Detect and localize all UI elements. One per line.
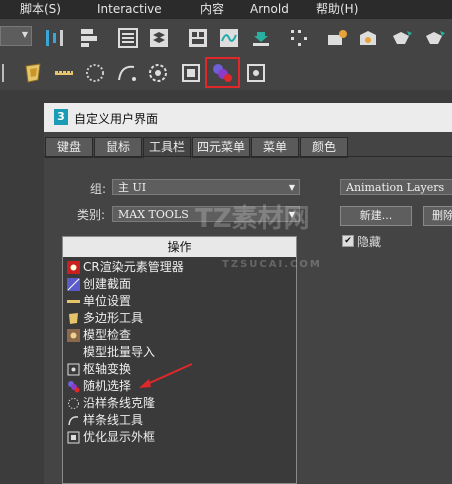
cr-render-icon bbox=[67, 261, 80, 274]
display-bbox-icon[interactable] bbox=[180, 62, 202, 84]
selection-set-dropdown[interactable]: ▼ bbox=[0, 26, 32, 46]
list-item[interactable]: 模型批量导入 bbox=[67, 344, 155, 361]
spline-tools-icon[interactable] bbox=[116, 62, 138, 84]
list-item[interactable]: 创建截面 bbox=[67, 276, 131, 293]
tab-quad-menus[interactable]: 四元菜单 bbox=[192, 137, 250, 158]
render-icon[interactable] bbox=[391, 27, 413, 49]
list-item[interactable]: CR渲染元素管理器 bbox=[67, 259, 184, 276]
schematic-icon[interactable] bbox=[187, 27, 209, 49]
random-select-icon[interactable] bbox=[211, 62, 233, 84]
menu-script[interactable]: 脚本(S) bbox=[20, 0, 61, 19]
delete-toolbar-button[interactable]: 删除 bbox=[423, 206, 452, 226]
clone-along-spline-icon[interactable] bbox=[84, 62, 106, 84]
tab-colors[interactable]: 颜色 bbox=[300, 137, 348, 158]
watermark-url: TZSUCAI.COM bbox=[222, 259, 322, 270]
import-icon[interactable] bbox=[250, 27, 272, 49]
unit-setup-icon bbox=[67, 300, 80, 303]
spline-tools-icon bbox=[68, 416, 79, 426]
list-item[interactable]: 样条线工具 bbox=[67, 412, 143, 429]
model-check-icon bbox=[67, 329, 80, 342]
main-toolbar: ▼ bbox=[0, 19, 452, 58]
align-icon[interactable] bbox=[44, 27, 66, 49]
list-item[interactable]: 单位设置 bbox=[67, 293, 131, 310]
list-item[interactable]: 优化显示外框 bbox=[67, 429, 155, 446]
app-logo-icon: 3 bbox=[54, 109, 68, 125]
display-bbox-icon bbox=[67, 431, 80, 444]
toolbar-select[interactable]: Animation Layers bbox=[340, 179, 452, 195]
group-label: 组: bbox=[90, 182, 107, 196]
annotation-arrow-icon bbox=[139, 363, 193, 388]
unit-setup-icon[interactable] bbox=[53, 62, 75, 84]
menu-bar: 脚本(S) Interactive 内容 Arnold 帮助(H) bbox=[0, 0, 452, 19]
menu-interactive[interactable]: Interactive bbox=[97, 0, 162, 19]
hide-label: 隐藏 bbox=[357, 235, 382, 249]
custom-toolbar bbox=[0, 57, 452, 90]
category-label: 类别: bbox=[77, 208, 106, 222]
toolbar-grip-icon bbox=[2, 64, 4, 82]
tab-divider bbox=[44, 156, 452, 157]
list-icon[interactable] bbox=[117, 27, 139, 49]
dialog-titlebar: 3 自定义用户界面 bbox=[44, 103, 452, 132]
tab-keyboard[interactable]: 键盘 bbox=[45, 137, 93, 158]
list-item[interactable]: 模型检查 bbox=[67, 327, 131, 344]
menu-arnold[interactable]: Arnold bbox=[250, 0, 289, 19]
list-item[interactable]: 枢轴变换 bbox=[67, 361, 131, 378]
pivot-icon[interactable] bbox=[245, 62, 267, 84]
menu-content[interactable]: 内容 bbox=[200, 0, 224, 19]
actions-header: 操作 bbox=[63, 237, 296, 257]
hide-checkbox[interactable]: ✔ bbox=[342, 235, 354, 247]
list-item[interactable]: 多边形工具 bbox=[67, 310, 143, 327]
pivot-transform-icon bbox=[67, 363, 80, 376]
distribute-icon[interactable] bbox=[78, 27, 100, 49]
layers-icon[interactable] bbox=[148, 27, 170, 49]
polygon-tools-icon[interactable] bbox=[22, 62, 44, 84]
tab-mouse[interactable]: 鼠标 bbox=[94, 137, 142, 158]
list-item[interactable]: 随机选择 bbox=[67, 378, 131, 395]
render-frame-icon[interactable] bbox=[357, 27, 379, 49]
group-select[interactable]: 主 UI ▼ bbox=[112, 179, 300, 195]
polygon-tools-icon bbox=[69, 313, 78, 324]
scatter-icon[interactable] bbox=[288, 27, 310, 49]
dialog-tabs: 键盘 鼠标 工具栏 四元菜单 菜单 颜色 bbox=[44, 137, 452, 159]
random-select-icon bbox=[68, 381, 80, 393]
render-setup-icon[interactable] bbox=[326, 27, 348, 49]
menu-help[interactable]: 帮助(H) bbox=[316, 0, 358, 19]
clone-along-spline-icon bbox=[68, 398, 79, 409]
curve-editor-icon[interactable] bbox=[218, 27, 240, 49]
section-icon bbox=[67, 278, 80, 291]
list-item[interactable]: 沿样条线克隆 bbox=[67, 395, 155, 412]
pivot-transform-icon[interactable] bbox=[147, 62, 169, 84]
dialog-title: 自定义用户界面 bbox=[74, 112, 159, 126]
render-cloud-icon[interactable] bbox=[424, 27, 446, 49]
new-toolbar-button[interactable]: 新建... bbox=[340, 206, 412, 226]
watermark-logo: TZ素材网 bbox=[195, 204, 310, 234]
tab-menus[interactable]: 菜单 bbox=[251, 137, 299, 158]
